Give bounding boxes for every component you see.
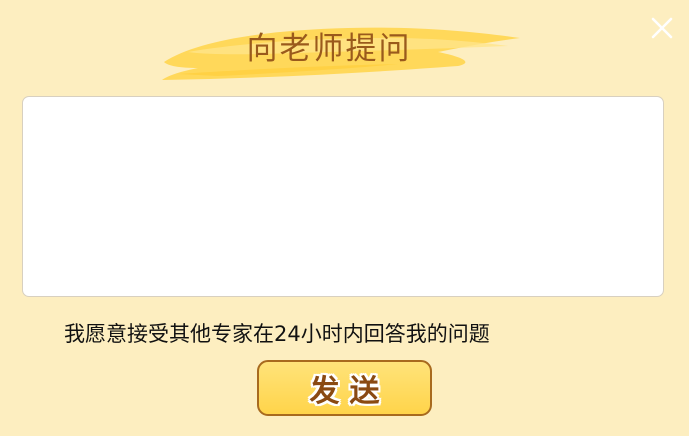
send-button-label: 发送 <box>309 374 390 409</box>
accept-other-experts-label: 我愿意接受其他专家在24小时内回答我的问题 <box>64 322 490 346</box>
close-button[interactable] <box>650 16 674 40</box>
dialog-title-area: 向老师提问 <box>158 18 530 84</box>
close-icon <box>651 17 673 39</box>
accept-other-experts-option[interactable]: 我愿意接受其他专家在24小时内回答我的问题 <box>64 319 490 349</box>
dialog-title: 向老师提问 <box>246 31 412 67</box>
question-input[interactable] <box>22 96 664 297</box>
send-button[interactable]: 发送 <box>257 360 432 416</box>
ask-teacher-dialog: 向老师提问 我愿意接受其他专家在24小时内回答我的问题 发送 <box>0 0 689 436</box>
